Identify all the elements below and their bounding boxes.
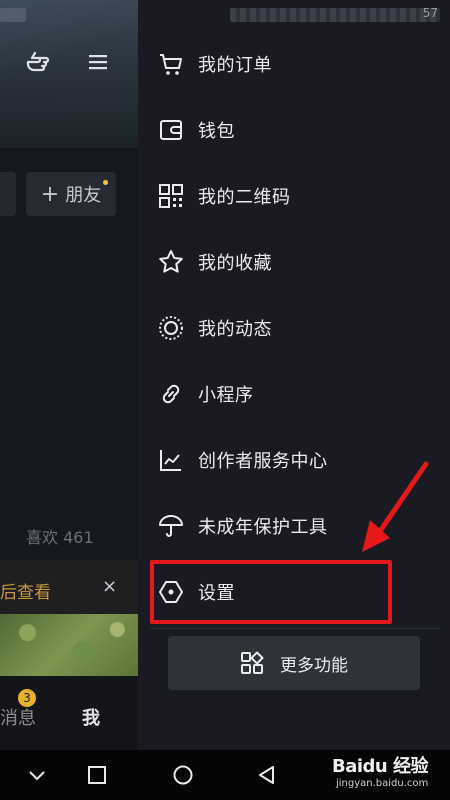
qr-code-icon [159, 184, 183, 208]
menu-item-label: 我的收藏 [198, 253, 272, 274]
menu-item-label: 小程序 [198, 385, 254, 406]
menu-item-label: 未成年保护工具 [198, 517, 328, 538]
moments-icon [159, 316, 183, 340]
status-bar-left-blurred [0, 8, 26, 22]
profile-background: + 朋友 喜欢 461 后查看 × 消息 3 我 [0, 0, 138, 750]
likes-count: 喜欢 461 [26, 528, 94, 547]
video-thumbnail[interactable] [0, 614, 138, 676]
cart-icon [160, 54, 182, 75]
star-icon [159, 250, 183, 273]
messages-badge: 3 [18, 689, 36, 707]
back-icon[interactable] [256, 764, 278, 786]
umbrella-icon [159, 515, 183, 537]
watermark-sub: jingyan.baidu.com [336, 778, 429, 789]
add-friend-label: 朋友 [65, 185, 102, 206]
more-features-label: 更多功能 [280, 655, 348, 676]
baidu-jingyan-watermark: Baidu 经验 jingyan.baidu.com [330, 748, 446, 796]
gesture-hand-icon[interactable] [24, 50, 52, 76]
chevron-down-icon[interactable] [26, 764, 48, 786]
tab-me[interactable]: 我 [82, 704, 100, 730]
bottom-tab-bar: 消息 3 我 [0, 676, 138, 750]
settings-highlight-box [150, 560, 392, 624]
link-icon [162, 384, 180, 404]
menu-item-label: 我的二维码 [198, 187, 291, 208]
tab-messages[interactable]: 消息 [0, 704, 36, 730]
divider [150, 628, 440, 629]
menu-item-label: 创作者服务中心 [198, 451, 328, 472]
menu-item-label: 我的订单 [198, 55, 272, 76]
status-bar-right-blurred [230, 8, 440, 22]
chart-icon [160, 450, 181, 471]
promo-banner[interactable]: 后查看 × [0, 560, 138, 614]
add-friend-button[interactable]: + 朋友 [26, 172, 116, 216]
side-drawer: 57 我的订单 钱包 我的二维码 我的收藏 我的动态 小程序 创作者服务中心 未… [138, 0, 450, 750]
grid-apps-icon [241, 651, 264, 674]
watermark-main: Baidu 经验 [332, 756, 429, 777]
status-time: 57 [422, 6, 438, 20]
menu-item-orders[interactable]: 我的订单 [138, 31, 450, 97]
notification-dot [103, 180, 108, 185]
menu-item-moments[interactable]: 我的动态 [138, 295, 450, 361]
menu-item-favorites[interactable]: 我的收藏 [138, 229, 450, 295]
close-icon[interactable]: × [102, 576, 117, 597]
promo-text: 后查看 [0, 583, 51, 603]
more-features-button[interactable]: 更多功能 [168, 636, 420, 690]
wallet-icon [160, 120, 182, 140]
edit-profile-button-partial[interactable] [0, 172, 16, 216]
menu-item-mini-programs[interactable]: 小程序 [138, 361, 450, 427]
home-icon[interactable] [172, 764, 194, 786]
plus-icon: + [40, 181, 60, 207]
recent-apps-icon[interactable] [86, 764, 108, 786]
menu-item-qr-code[interactable]: 我的二维码 [138, 163, 450, 229]
menu-item-wallet[interactable]: 钱包 [138, 97, 450, 163]
profile-cover-image [0, 0, 138, 148]
menu-item-label: 钱包 [198, 121, 235, 142]
menu-item-label: 我的动态 [198, 319, 272, 340]
red-arrow-annotation [362, 461, 429, 552]
hamburger-menu-icon[interactable] [88, 52, 108, 72]
